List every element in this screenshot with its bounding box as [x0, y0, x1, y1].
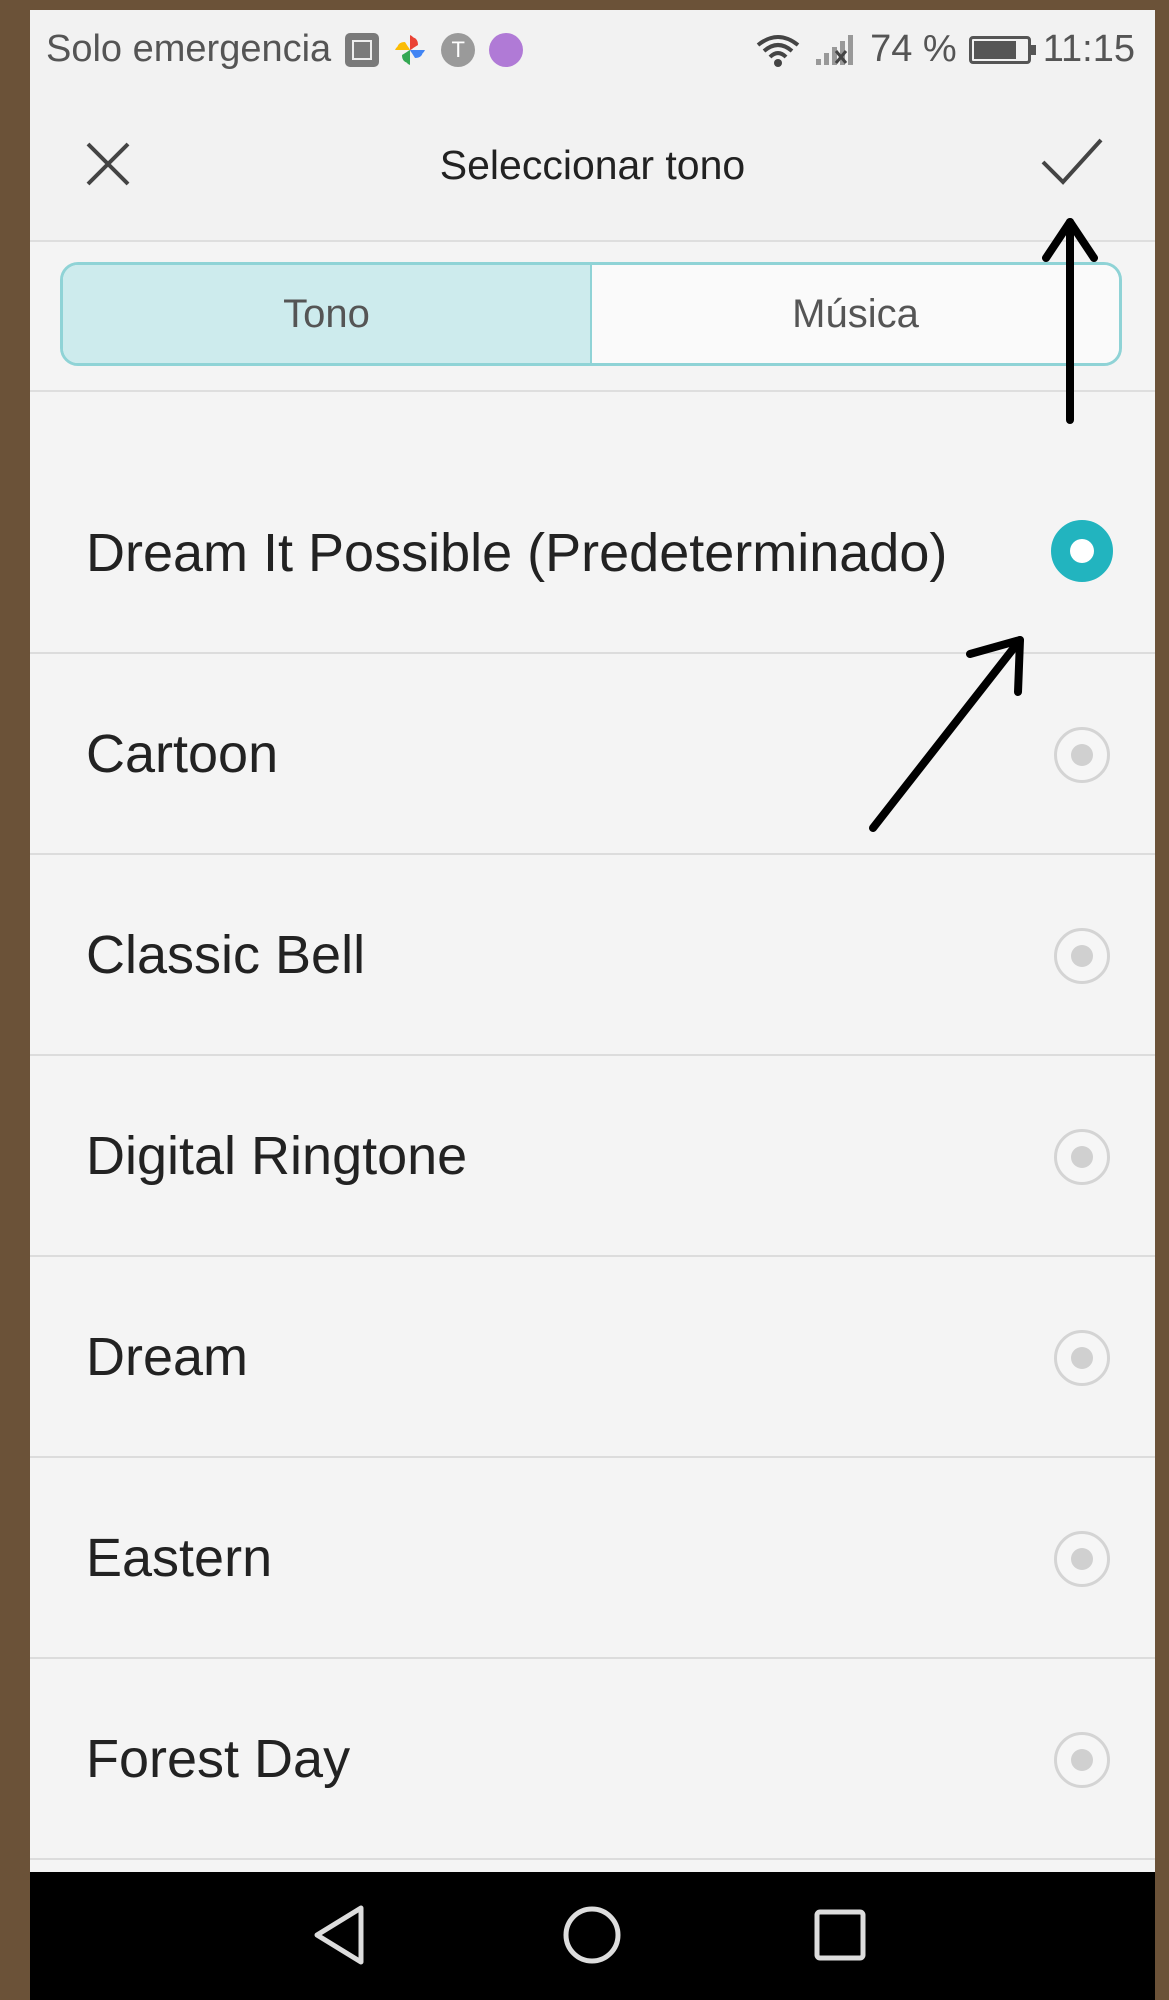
- list-item[interactable]: Classic Bell: [30, 855, 1155, 1056]
- tab-musica[interactable]: Música: [592, 265, 1119, 363]
- message-icon: [489, 32, 524, 67]
- status-bar: Solo emergencia T 74 % 11:15: [30, 10, 1155, 90]
- list-item[interactable]: Digital Ringtone: [30, 1056, 1155, 1257]
- recents-button[interactable]: [805, 1900, 875, 1970]
- battery-icon: [968, 35, 1036, 64]
- list-item[interactable]: Forest Day: [30, 1659, 1155, 1860]
- battery-percent: 74 %: [870, 28, 957, 70]
- radio-button[interactable]: [1054, 1330, 1110, 1386]
- signal-icon: [814, 33, 858, 67]
- page-title: Seleccionar tono: [439, 142, 746, 188]
- radio-button[interactable]: [1054, 1531, 1110, 1587]
- ringtone-label: Eastern: [86, 1528, 273, 1588]
- radio-button[interactable]: [1054, 727, 1110, 783]
- radio-button[interactable]: [1054, 1129, 1110, 1185]
- list-item[interactable]: Eastern: [30, 1458, 1155, 1659]
- recents-icon: [814, 1909, 866, 1961]
- radio-button[interactable]: [1054, 1732, 1110, 1788]
- ringtone-label: Forest Day: [86, 1729, 351, 1789]
- ringtone-label: Cartoon: [86, 724, 279, 784]
- ringtone-label: Dream: [86, 1327, 249, 1387]
- clock: 11:15: [1042, 28, 1135, 70]
- ringtone-label: Dream It Possible (Predeterminado): [86, 523, 948, 583]
- pinwheel-icon: [393, 33, 427, 67]
- ringtone-list: Dream It Possible (Predeterminado) Carto…: [30, 392, 1155, 1860]
- radio-button[interactable]: [1054, 928, 1110, 984]
- list-item[interactable]: Dream It Possible (Predeterminado): [30, 392, 1155, 654]
- list-item[interactable]: Cartoon: [30, 654, 1155, 855]
- t-icon: T: [441, 32, 476, 67]
- tab-tono[interactable]: Tono: [63, 265, 592, 363]
- ringtone-label: Digital Ringtone: [86, 1126, 468, 1186]
- tab-bar: Tono Música: [60, 262, 1122, 366]
- back-button[interactable]: [305, 1900, 375, 1970]
- confirm-button[interactable]: [1037, 130, 1107, 194]
- app-header: Seleccionar tono: [30, 90, 1155, 242]
- navigation-bar: [30, 1872, 1155, 2000]
- phone-screen: Solo emergencia T 74 % 11:15 Seleccionar…: [30, 10, 1155, 2000]
- list-item[interactable]: Dream: [30, 1257, 1155, 1458]
- carrier-text: Solo emergencia: [46, 28, 332, 70]
- ringtone-label: Classic Bell: [86, 925, 366, 985]
- home-button[interactable]: [557, 1900, 627, 1970]
- checkmark-icon: [1041, 138, 1103, 185]
- radio-button-selected[interactable]: [1051, 520, 1113, 582]
- tab-bar-container: Tono Música: [30, 242, 1155, 392]
- wifi-icon: [754, 33, 802, 67]
- back-icon: [314, 1905, 364, 1965]
- gallery-icon: [345, 32, 380, 67]
- home-icon: [563, 1906, 621, 1964]
